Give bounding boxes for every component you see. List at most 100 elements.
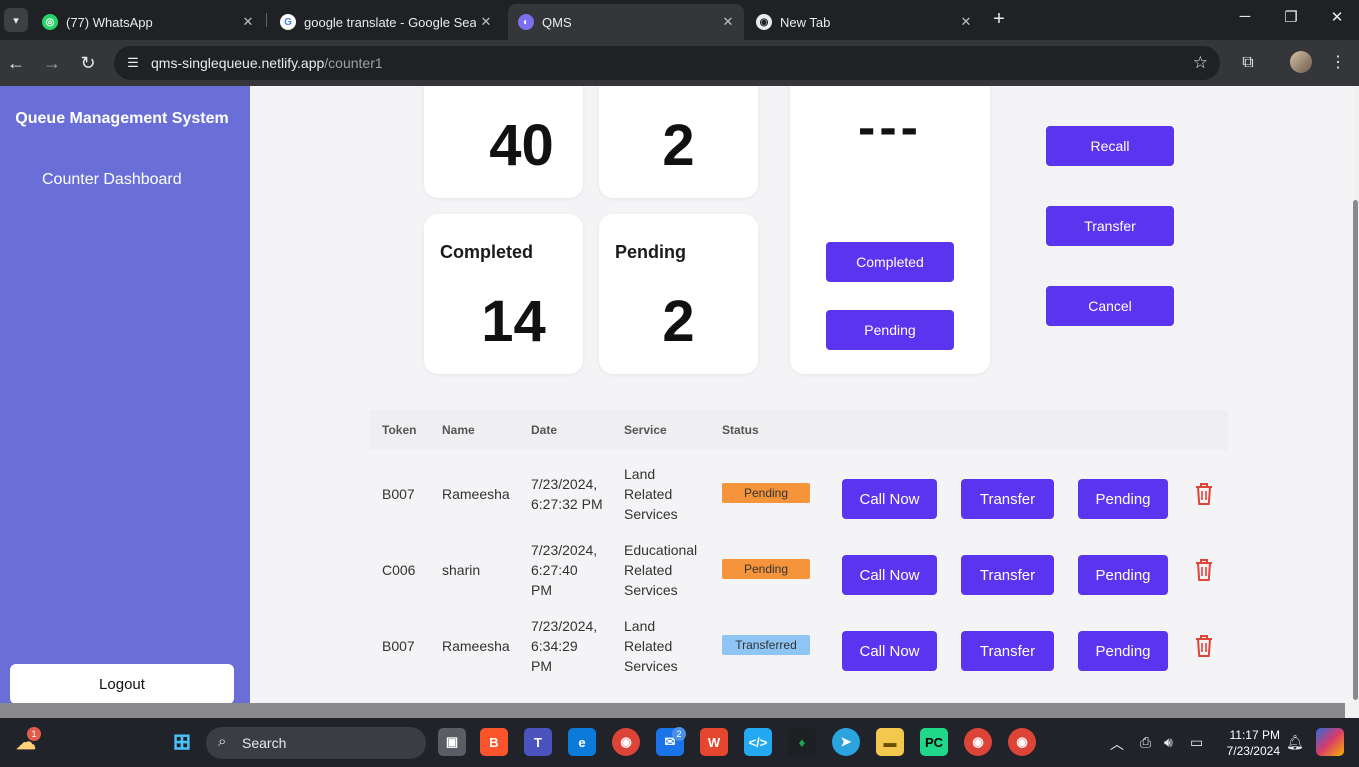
status-badge: Transferred — [722, 635, 810, 655]
address-bar[interactable]: ☰ qms-singlequeue.netlify.app/counter1 ☆ — [114, 46, 1220, 80]
name-cell: Rameesha — [442, 486, 510, 502]
call-now-button[interactable]: Call Now — [842, 555, 937, 595]
tab-whatsapp[interactable]: ◎ (77) WhatsApp ✕ — [32, 4, 264, 40]
close-icon[interactable]: ✕ — [238, 14, 258, 30]
column-header-name: Name — [442, 423, 475, 437]
back-icon[interactable]: ← — [4, 51, 28, 75]
bookmark-star-icon[interactable]: ☆ — [1193, 53, 1208, 73]
mark-pending-button[interactable]: Pending — [826, 310, 954, 350]
task-view-icon[interactable]: ▣ — [438, 728, 466, 756]
whatsapp-icon: ◎ — [42, 14, 58, 30]
date-cell: 7/23/2024, 6:27:40 PM — [531, 542, 598, 598]
url-text: qms-singlequeue.netlify.app/counter1 — [151, 55, 383, 71]
service-cell: Land Related Services — [624, 466, 678, 522]
vscode-icon[interactable]: </> — [744, 728, 772, 756]
stat-card-counter: 2 — [599, 86, 758, 198]
telegram-icon[interactable]: ➤ — [832, 728, 860, 756]
system-clock[interactable]: 11:17 PM 7/23/2024 — [1216, 727, 1280, 759]
main-content: 40 2 Completed 14 Pending 2 --- Complete… — [250, 86, 1355, 703]
tab-separator — [266, 13, 267, 27]
transfer-button[interactable]: Transfer — [1046, 206, 1174, 246]
minimize-icon[interactable]: ─ — [1233, 8, 1257, 25]
current-token-display: --- — [858, 99, 922, 157]
pycharm-icon[interactable]: PC — [920, 728, 948, 756]
date-cell: 7/23/2024, 6:34:29 PM — [531, 618, 598, 674]
column-header-status: Status — [722, 423, 759, 437]
taskbar-search[interactable]: ⌕ Search — [206, 727, 426, 759]
extensions-icon[interactable]: ⧉ — [1236, 51, 1260, 75]
tab-search-icon[interactable]: ▾ — [4, 8, 28, 32]
office-icon[interactable]: W — [700, 728, 728, 756]
volume-icon[interactable]: 🔊︎ — [1164, 734, 1173, 751]
sidebar: Queue Management System Counter Dashboar… — [0, 86, 250, 704]
column-header-service: Service — [624, 423, 667, 437]
notification-bell-icon[interactable]: 🔔︎ — [1286, 734, 1304, 751]
stat-value: 2 — [662, 289, 695, 354]
brave-icon[interactable]: B — [480, 728, 508, 756]
close-icon[interactable]: ✕ — [956, 14, 976, 30]
teams-icon[interactable]: T — [524, 728, 552, 756]
token-cell: B007 — [382, 638, 415, 654]
reload-icon[interactable]: ↻ — [76, 51, 100, 75]
network-icon[interactable]: ⎙ — [1140, 734, 1151, 751]
mark-completed-button[interactable]: Completed — [826, 242, 954, 282]
new-tab-icon[interactable]: + — [988, 9, 1010, 31]
chrome-taskbar-icon[interactable]: ◉ — [612, 728, 640, 756]
row-transfer-button[interactable]: Transfer — [961, 479, 1054, 519]
tab-title: New Tab — [780, 14, 831, 30]
scrollbar-corner — [1345, 703, 1359, 718]
horizontal-scrollbar[interactable] — [0, 703, 1345, 718]
chrome-profile-icon[interactable]: ◉ — [964, 728, 992, 756]
close-icon[interactable]: ✕ — [718, 14, 738, 30]
row-pending-button[interactable]: Pending — [1078, 479, 1168, 519]
row-transfer-button[interactable]: Transfer — [961, 555, 1054, 595]
tab-title: (77) WhatsApp — [66, 14, 153, 30]
window-close-icon[interactable]: ✕ — [1325, 8, 1349, 26]
delete-icon[interactable] — [1193, 482, 1215, 506]
service-cell: Land Related Services — [624, 618, 678, 674]
table-header — [370, 410, 1228, 450]
search-icon: ⌕ — [218, 733, 227, 750]
restore-icon[interactable]: ❐ — [1279, 8, 1303, 26]
tray-chevron-icon[interactable]: ︿ — [1110, 734, 1124, 754]
edge-icon[interactable]: e — [568, 728, 596, 756]
browser-tabstrip: ▾ ◎ (77) WhatsApp ✕ G google translate -… — [0, 0, 1359, 40]
tab-qms[interactable]: ◐ QMS ✕ — [508, 4, 744, 40]
tab-google-search[interactable]: G google translate - Google Search ✕ — [270, 4, 502, 40]
copilot-icon[interactable] — [1316, 728, 1344, 756]
call-now-button[interactable]: Call Now — [842, 479, 937, 519]
stat-value: 2 — [662, 113, 695, 178]
token-cell: C006 — [382, 562, 416, 578]
app-brand: Queue Management System — [15, 110, 229, 127]
stat-card-completed: Completed 14 — [424, 214, 583, 374]
vertical-scrollbar-thumb[interactable] — [1353, 200, 1358, 700]
status-badge: Pending — [722, 559, 810, 579]
delete-icon[interactable] — [1193, 634, 1215, 658]
battery-icon[interactable]: ▭ — [1190, 734, 1203, 751]
logout-button[interactable]: Logout — [10, 664, 234, 704]
close-icon[interactable]: ✕ — [476, 14, 496, 30]
row-pending-button[interactable]: Pending — [1078, 555, 1168, 595]
recall-button[interactable]: Recall — [1046, 126, 1174, 166]
windows-start-icon[interactable]: ⊞ — [168, 728, 196, 756]
call-now-button[interactable]: Call Now — [842, 631, 937, 671]
column-header-date: Date — [531, 423, 558, 437]
row-transfer-button[interactable]: Transfer — [961, 631, 1054, 671]
profile-avatar[interactable] — [1290, 51, 1312, 73]
stat-value: 14 — [481, 289, 546, 354]
chrome-profile-2-icon[interactable]: ◉ — [1008, 728, 1036, 756]
sidebar-item-counter-dashboard[interactable]: Counter Dashboard — [42, 171, 182, 189]
tab-new-tab[interactable]: ◉ New Tab ✕ — [746, 4, 982, 40]
stat-card-pending: Pending 2 — [599, 214, 758, 374]
google-icon: G — [280, 14, 296, 30]
row-pending-button[interactable]: Pending — [1078, 631, 1168, 671]
file-explorer-icon[interactable]: ▬ — [876, 728, 904, 756]
delete-icon[interactable] — [1193, 558, 1215, 582]
os-taskbar: ☁ 1 ⊞ ⌕ Search ▣ B T e ◉ ✉ 2 W </> ♦ ➤ ▬… — [0, 718, 1359, 767]
forward-icon[interactable]: → — [40, 51, 64, 75]
stat-value: 40 — [489, 113, 554, 178]
site-info-icon[interactable]: ☰ — [124, 54, 142, 72]
menu-icon[interactable]: ⋮ — [1326, 51, 1350, 75]
cancel-button[interactable]: Cancel — [1046, 286, 1174, 326]
mongodb-icon[interactable]: ♦ — [788, 728, 816, 756]
